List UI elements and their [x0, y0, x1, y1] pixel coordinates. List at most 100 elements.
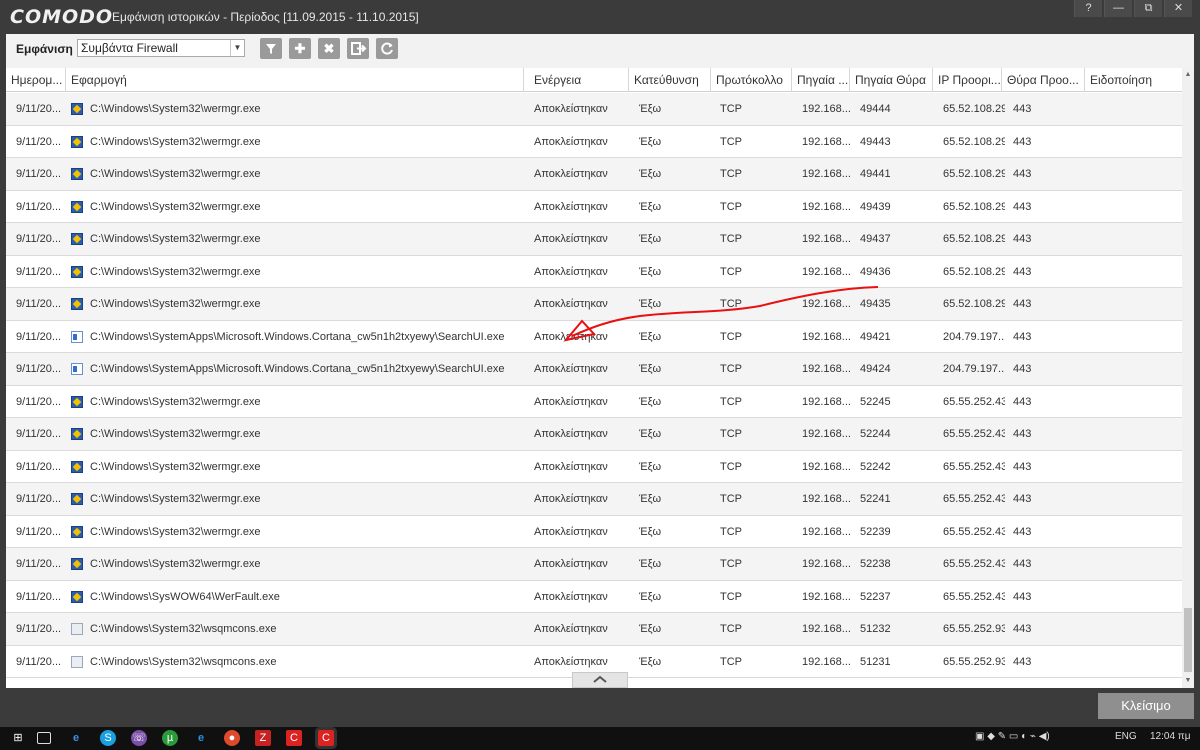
table-row[interactable]: 9/11/20... C:\Windows\System32\wermgr.exe… [6, 386, 1182, 418]
table-row[interactable]: 9/11/20... C:\Windows\System32\wermgr.exe… [6, 93, 1182, 126]
cell-dport: 443 [1013, 493, 1032, 505]
table-row[interactable]: 9/11/20... C:\Windows\SysWOW64\WerFault.e… [6, 581, 1182, 613]
table-row[interactable]: 9/11/20... C:\Windows\System32\wermgr.exe… [6, 483, 1182, 516]
col-source-ip[interactable]: Πηγαία ... [792, 68, 850, 92]
cell-dport: 443 [1013, 298, 1032, 310]
tray-icons[interactable]: ▣ ◆ ✎ ▭ ◐ ⌁ ◀) [975, 731, 1050, 742]
table-row[interactable]: 9/11/20... C:\Windows\System32\wermgr.exe… [6, 223, 1182, 256]
col-application[interactable]: Εφαρμογή [66, 68, 524, 92]
scroll-thumb[interactable] [1184, 608, 1192, 672]
view-select[interactable]: Συμβάντα Firewall ▼ [77, 39, 245, 57]
cell-proto: TCP [720, 655, 742, 668]
language-indicator[interactable]: ENG [1115, 731, 1137, 742]
viber-icon[interactable]: ☏ [131, 730, 147, 746]
table-row[interactable]: 9/11/20... C:\Windows\System32\wsqmcons.e… [6, 613, 1182, 646]
cell-dir: Έξω [639, 428, 662, 440]
table-header: Ημερομ... Εφαρμογή Ενέργεια Κατεύθυνση Π… [6, 68, 1182, 92]
cell-dir: Έξω [639, 493, 662, 505]
cell-notif [1095, 418, 1175, 450]
table-row[interactable]: 9/11/20... C:\Windows\System32\wermgr.exe… [6, 516, 1182, 548]
cell-sport: 52237 [860, 590, 891, 603]
table-row[interactable]: 9/11/20... C:\Windows\System32\wermgr.exe… [6, 548, 1182, 581]
close-button[interactable]: Κλείσιμο [1098, 693, 1194, 719]
cell-proto: TCP [720, 363, 742, 375]
cell-dport: 443 [1013, 428, 1032, 440]
cell-dir: Έξω [639, 395, 662, 408]
col-destination-port[interactable]: Θύρα Προο... [1002, 68, 1085, 92]
table-row[interactable]: 9/11/20... C:\Windows\SystemApps\Microsof… [6, 353, 1182, 386]
cell-date: 9/11/20... [16, 655, 62, 668]
filter-icon[interactable] [260, 38, 282, 59]
export-icon[interactable] [347, 38, 369, 59]
cell-src: 192.168... [802, 135, 851, 148]
cell-dport: 443 [1013, 363, 1032, 375]
refresh-icon[interactable] [376, 38, 398, 59]
filezilla-icon[interactable]: Z [255, 730, 271, 746]
task-view-icon[interactable] [37, 732, 51, 744]
cell-date: 9/11/20... [16, 525, 62, 538]
table-row[interactable]: 9/11/20... C:\Windows\System32\wermgr.exe… [6, 126, 1182, 158]
cell-dst: 204.79.197... [943, 363, 1005, 375]
ie-icon[interactable]: e [193, 730, 209, 746]
utorrent-icon[interactable]: µ [162, 730, 178, 746]
table-row[interactable]: 9/11/20... C:\Windows\System32\wermgr.exe… [6, 256, 1182, 288]
cell-proto: TCP [720, 135, 742, 148]
remove-icon[interactable]: ✖ [318, 38, 340, 59]
cell-src: 192.168... [802, 493, 851, 505]
cell-action: Αποκλείστηκαν [534, 525, 608, 538]
cell-dir: Έξω [639, 265, 662, 278]
window-title: Εμφάνιση ιστορικών - Περίοδος [11.09.201… [112, 10, 419, 24]
cell-proto: TCP [720, 460, 742, 473]
edge-icon[interactable]: e [68, 730, 84, 746]
table-row[interactable]: 9/11/20... C:\Windows\System32\wermgr.exe… [6, 158, 1182, 191]
col-destination-ip[interactable]: IP Προορι... [933, 68, 1002, 92]
toolbar: Εμφάνιση Συμβάντα Firewall ▼ ✚ ✖ [6, 34, 1194, 64]
table-row[interactable]: 9/11/20... C:\Windows\System32\wermgr.exe… [6, 418, 1182, 451]
col-date[interactable]: Ημερομ... [6, 68, 66, 92]
scroll-up-icon[interactable]: ▲ [1182, 68, 1194, 82]
cell-date: 9/11/20... [16, 103, 62, 115]
table-row[interactable]: 9/11/20... C:\Windows\System32\wermgr.exe… [6, 191, 1182, 223]
cell-dst: 65.52.108.29 [943, 168, 1005, 180]
cell-action: Αποκλείστηκαν [534, 460, 608, 473]
col-source-port[interactable]: Πηγαία Θύρα [850, 68, 933, 92]
cell-src: 192.168... [802, 233, 851, 245]
restore-button[interactable]: ⧉ [1134, 0, 1162, 17]
footer-bar: Κλείσιμο [0, 688, 1200, 727]
cell-notif [1095, 191, 1175, 223]
cell-proto: TCP [720, 428, 742, 440]
error-report-icon [71, 493, 83, 505]
cell-proto: TCP [720, 265, 742, 278]
cell-dst: 65.55.252.43 [943, 395, 1005, 408]
table-row[interactable]: 9/11/20... C:\Windows\System32\wermgr.exe… [6, 451, 1182, 483]
cell-action: Αποκλείστηκαν [534, 623, 608, 635]
close-window-button[interactable]: ✕ [1164, 0, 1192, 17]
cell-dir: Έξω [639, 363, 662, 375]
help-button[interactable]: ? [1074, 0, 1102, 17]
cell-dst: 65.52.108.29 [943, 298, 1005, 310]
cell-dst: 65.55.252.43 [943, 493, 1005, 505]
table-row[interactable]: 9/11/20... C:\Windows\SystemApps\Microsof… [6, 321, 1182, 353]
clock[interactable]: 12:04 πμ [1150, 731, 1190, 742]
comodo-active-icon[interactable]: C [318, 730, 334, 746]
start-icon[interactable]: ⊞ [10, 730, 26, 746]
col-action[interactable]: Ενέργεια [524, 68, 629, 92]
chrome-icon[interactable]: ● [224, 730, 240, 746]
col-notification[interactable]: Ειδοποίηση [1085, 68, 1182, 92]
col-protocol[interactable]: Πρωτόκολλο [711, 68, 792, 92]
cell-action: Αποκλείστηκαν [534, 493, 608, 505]
cell-dir: Έξω [639, 330, 662, 343]
cell-dir: Έξω [639, 590, 662, 603]
scroll-down-icon[interactable]: ▼ [1182, 674, 1194, 688]
chevron-down-icon[interactable]: ▼ [230, 40, 244, 56]
collapse-panel-button[interactable] [572, 672, 628, 688]
cell-notif [1095, 646, 1175, 678]
col-direction[interactable]: Κατεύθυνση [629, 68, 711, 92]
skype-icon[interactable]: S [100, 730, 116, 746]
add-icon[interactable]: ✚ [289, 38, 311, 59]
comodo-icon[interactable]: C [286, 730, 302, 746]
minimize-button[interactable]: — [1104, 0, 1132, 17]
vertical-scrollbar[interactable]: ▲ ▼ [1182, 68, 1194, 688]
cell-sport: 52245 [860, 395, 891, 408]
table-row[interactable]: 9/11/20... C:\Windows\System32\wermgr.exe… [6, 288, 1182, 321]
